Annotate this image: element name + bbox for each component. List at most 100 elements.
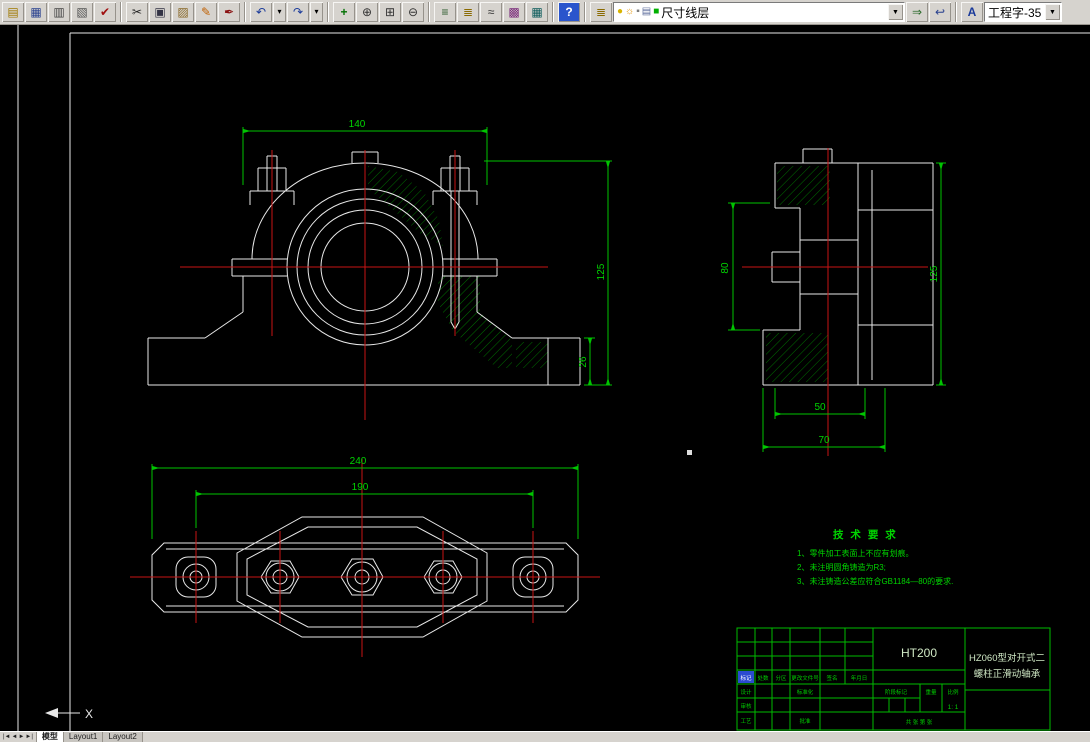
- tb-label-jieduan: 阶段标记: [885, 688, 908, 696]
- match-properties-button[interactable]: ✒: [218, 2, 240, 22]
- plot-preview-button[interactable]: ▧: [71, 2, 93, 22]
- set-layer-current-button[interactable]: ⇒: [906, 2, 928, 22]
- front-view: [147, 151, 581, 386]
- toolbar-separator: [327, 2, 329, 22]
- save-icon: ▦: [30, 5, 42, 19]
- tab-nav-prev-icon[interactable]: ◄: [12, 734, 18, 740]
- tab-nav: |◄ ◄ ► ►|: [0, 732, 37, 742]
- table-button[interactable]: ▦: [526, 2, 548, 22]
- tb-label-biaozhun: 标准化: [797, 688, 814, 696]
- zoom-previous-button[interactable]: ⊖: [402, 2, 424, 22]
- clipboard-icon: ▨: [177, 5, 189, 19]
- pan-icon: +: [340, 5, 348, 19]
- pencil-icon: ✎: [200, 5, 212, 19]
- help-button[interactable]: ?: [558, 2, 580, 22]
- tech-req-title: 技 术 要 求: [833, 528, 898, 541]
- tb-scale-value: 1: 1: [948, 704, 959, 711]
- table-icon: ▦: [531, 5, 543, 19]
- text-style-icon: A: [967, 5, 977, 19]
- zoom-window-icon: ⊞: [384, 5, 396, 19]
- tab-nav-first-icon[interactable]: |◄: [3, 734, 11, 740]
- linetype-button[interactable]: ≈: [480, 2, 502, 22]
- properties-button[interactable]: ≡: [434, 2, 456, 22]
- undo-button[interactable]: ↶: [250, 2, 272, 22]
- drawing-canvas[interactable]: 140 125 26 80 125 50 70 240 190 技 术 要 求 …: [0, 25, 1090, 731]
- dim-plan-bolt-span: 190: [352, 482, 369, 493]
- tb-label-bili: 比例: [947, 688, 959, 696]
- dim-front-height: 125: [596, 263, 607, 280]
- tb-part-name-line1: HZ060型对开式二: [969, 652, 1045, 664]
- layer-color-swatch: ■: [653, 6, 660, 17]
- zoom-previous-icon: ⊖: [407, 5, 419, 19]
- tb-label-zhongliang: 重量: [925, 688, 937, 696]
- spell-check-icon: ✔: [99, 5, 111, 19]
- linetype-icon: ≈: [487, 5, 495, 19]
- tb-material: HT200: [901, 646, 937, 660]
- paste-button[interactable]: ▨: [172, 2, 194, 22]
- tb-label-gongyi: 工艺: [740, 718, 752, 725]
- layer-previous-icon: ↩: [934, 5, 946, 19]
- tab-nav-next-icon[interactable]: ►: [18, 734, 24, 740]
- toolbar-separator: [955, 2, 957, 22]
- brush-icon: ✒: [223, 5, 235, 19]
- undo-dropdown[interactable]: ▾: [273, 2, 286, 22]
- tech-req-item-1: 1、零件加工表面上不应有划痕。: [797, 548, 913, 558]
- preview-icon: ▧: [76, 5, 88, 19]
- tb-label-riqi: 年月日: [851, 674, 868, 682]
- zoom-window-button[interactable]: ⊞: [379, 2, 401, 22]
- cad-drawing[interactable]: 140 125 26 80 125 50 70 240 190 技 术 要 求 …: [0, 25, 1090, 731]
- layer-manager-button[interactable]: ≣: [590, 2, 612, 22]
- toolbar-separator: [244, 2, 246, 22]
- tb-label-fenqu: 分区: [775, 674, 787, 682]
- ucs-x-label: X: [85, 707, 93, 721]
- scissors-icon: ✂: [131, 5, 143, 19]
- copy-button[interactable]: ▣: [149, 2, 171, 22]
- tb-label-shenhe: 审核: [740, 702, 752, 710]
- text-style-combo-arrow-icon[interactable]: ▼: [1045, 4, 1060, 20]
- redo-dropdown[interactable]: ▾: [310, 2, 323, 22]
- dim-plan-length: 240: [350, 456, 367, 467]
- zoom-realtime-button[interactable]: ⊕: [356, 2, 378, 22]
- dim-side-height: 80: [720, 262, 731, 274]
- tab-nav-last-icon[interactable]: ►|: [25, 734, 33, 740]
- tb-part-name-line2: 螺柱正滑动轴承: [974, 668, 1041, 680]
- pan-button[interactable]: +: [333, 2, 355, 22]
- tab-layout2[interactable]: Layout2: [103, 732, 143, 742]
- design-center-button[interactable]: ▩: [503, 2, 525, 22]
- edit-button[interactable]: ✎: [195, 2, 217, 22]
- redo-icon: ↷: [292, 5, 304, 19]
- printer-icon: ▥: [53, 5, 65, 19]
- undo-icon: ↶: [255, 5, 267, 19]
- set-layer-current-icon: ⇒: [911, 5, 923, 19]
- spell-check-button[interactable]: ✔: [94, 2, 116, 22]
- design-center-icon: ▩: [508, 5, 520, 19]
- text-style-select[interactable]: 工程字-35 ▼: [984, 2, 1062, 22]
- chevron-down-icon: ▾: [314, 7, 319, 16]
- layer-combo-value: 尺寸线层: [661, 5, 710, 20]
- layers-dialog-button[interactable]: ≣: [457, 2, 479, 22]
- text-style-combo-value: 工程字-35: [988, 5, 1042, 20]
- tab-model[interactable]: 模型: [36, 732, 64, 742]
- save-button[interactable]: ▦: [25, 2, 47, 22]
- redo-button[interactable]: ↷: [287, 2, 309, 22]
- main-toolbar: ▤ ▦ ▥ ▧ ✔ ✂ ▣ ▨ ✎ ✒ ↶ ▾ ↷ ▾ + ⊕ ⊞ ⊖ ≡ ≣ …: [0, 0, 1090, 25]
- ucs-icon: X: [45, 707, 93, 721]
- cut-button[interactable]: ✂: [126, 2, 148, 22]
- open-icon: ▤: [7, 5, 19, 19]
- plot-button[interactable]: ▥: [48, 2, 70, 22]
- layer-previous-button[interactable]: ↩: [929, 2, 951, 22]
- toolbar-separator: [552, 2, 554, 22]
- statusbar-filler: [142, 732, 1090, 742]
- layer-select[interactable]: ● ☼ ▪ ▤ ■ 尺寸线层 ▼: [613, 2, 905, 22]
- technical-requirements: 技 术 要 求 1、零件加工表面上不应有划痕。 2、未注明圆角铸造为R3; 3、…: [797, 528, 953, 586]
- layer-plot-icon: ▤: [641, 6, 652, 17]
- dim-side-total: 125: [929, 265, 940, 282]
- tab-layout1[interactable]: Layout1: [63, 732, 104, 742]
- layer-combo-arrow-icon[interactable]: ▼: [888, 4, 903, 20]
- text-style-button[interactable]: A: [961, 2, 983, 22]
- tb-label-qianming: 签名: [826, 674, 837, 682]
- copy-icon: ▣: [154, 5, 166, 19]
- layers-icon: ≣: [462, 5, 474, 19]
- open-button[interactable]: ▤: [2, 2, 24, 22]
- tb-label-pizhun: 批准: [799, 717, 811, 725]
